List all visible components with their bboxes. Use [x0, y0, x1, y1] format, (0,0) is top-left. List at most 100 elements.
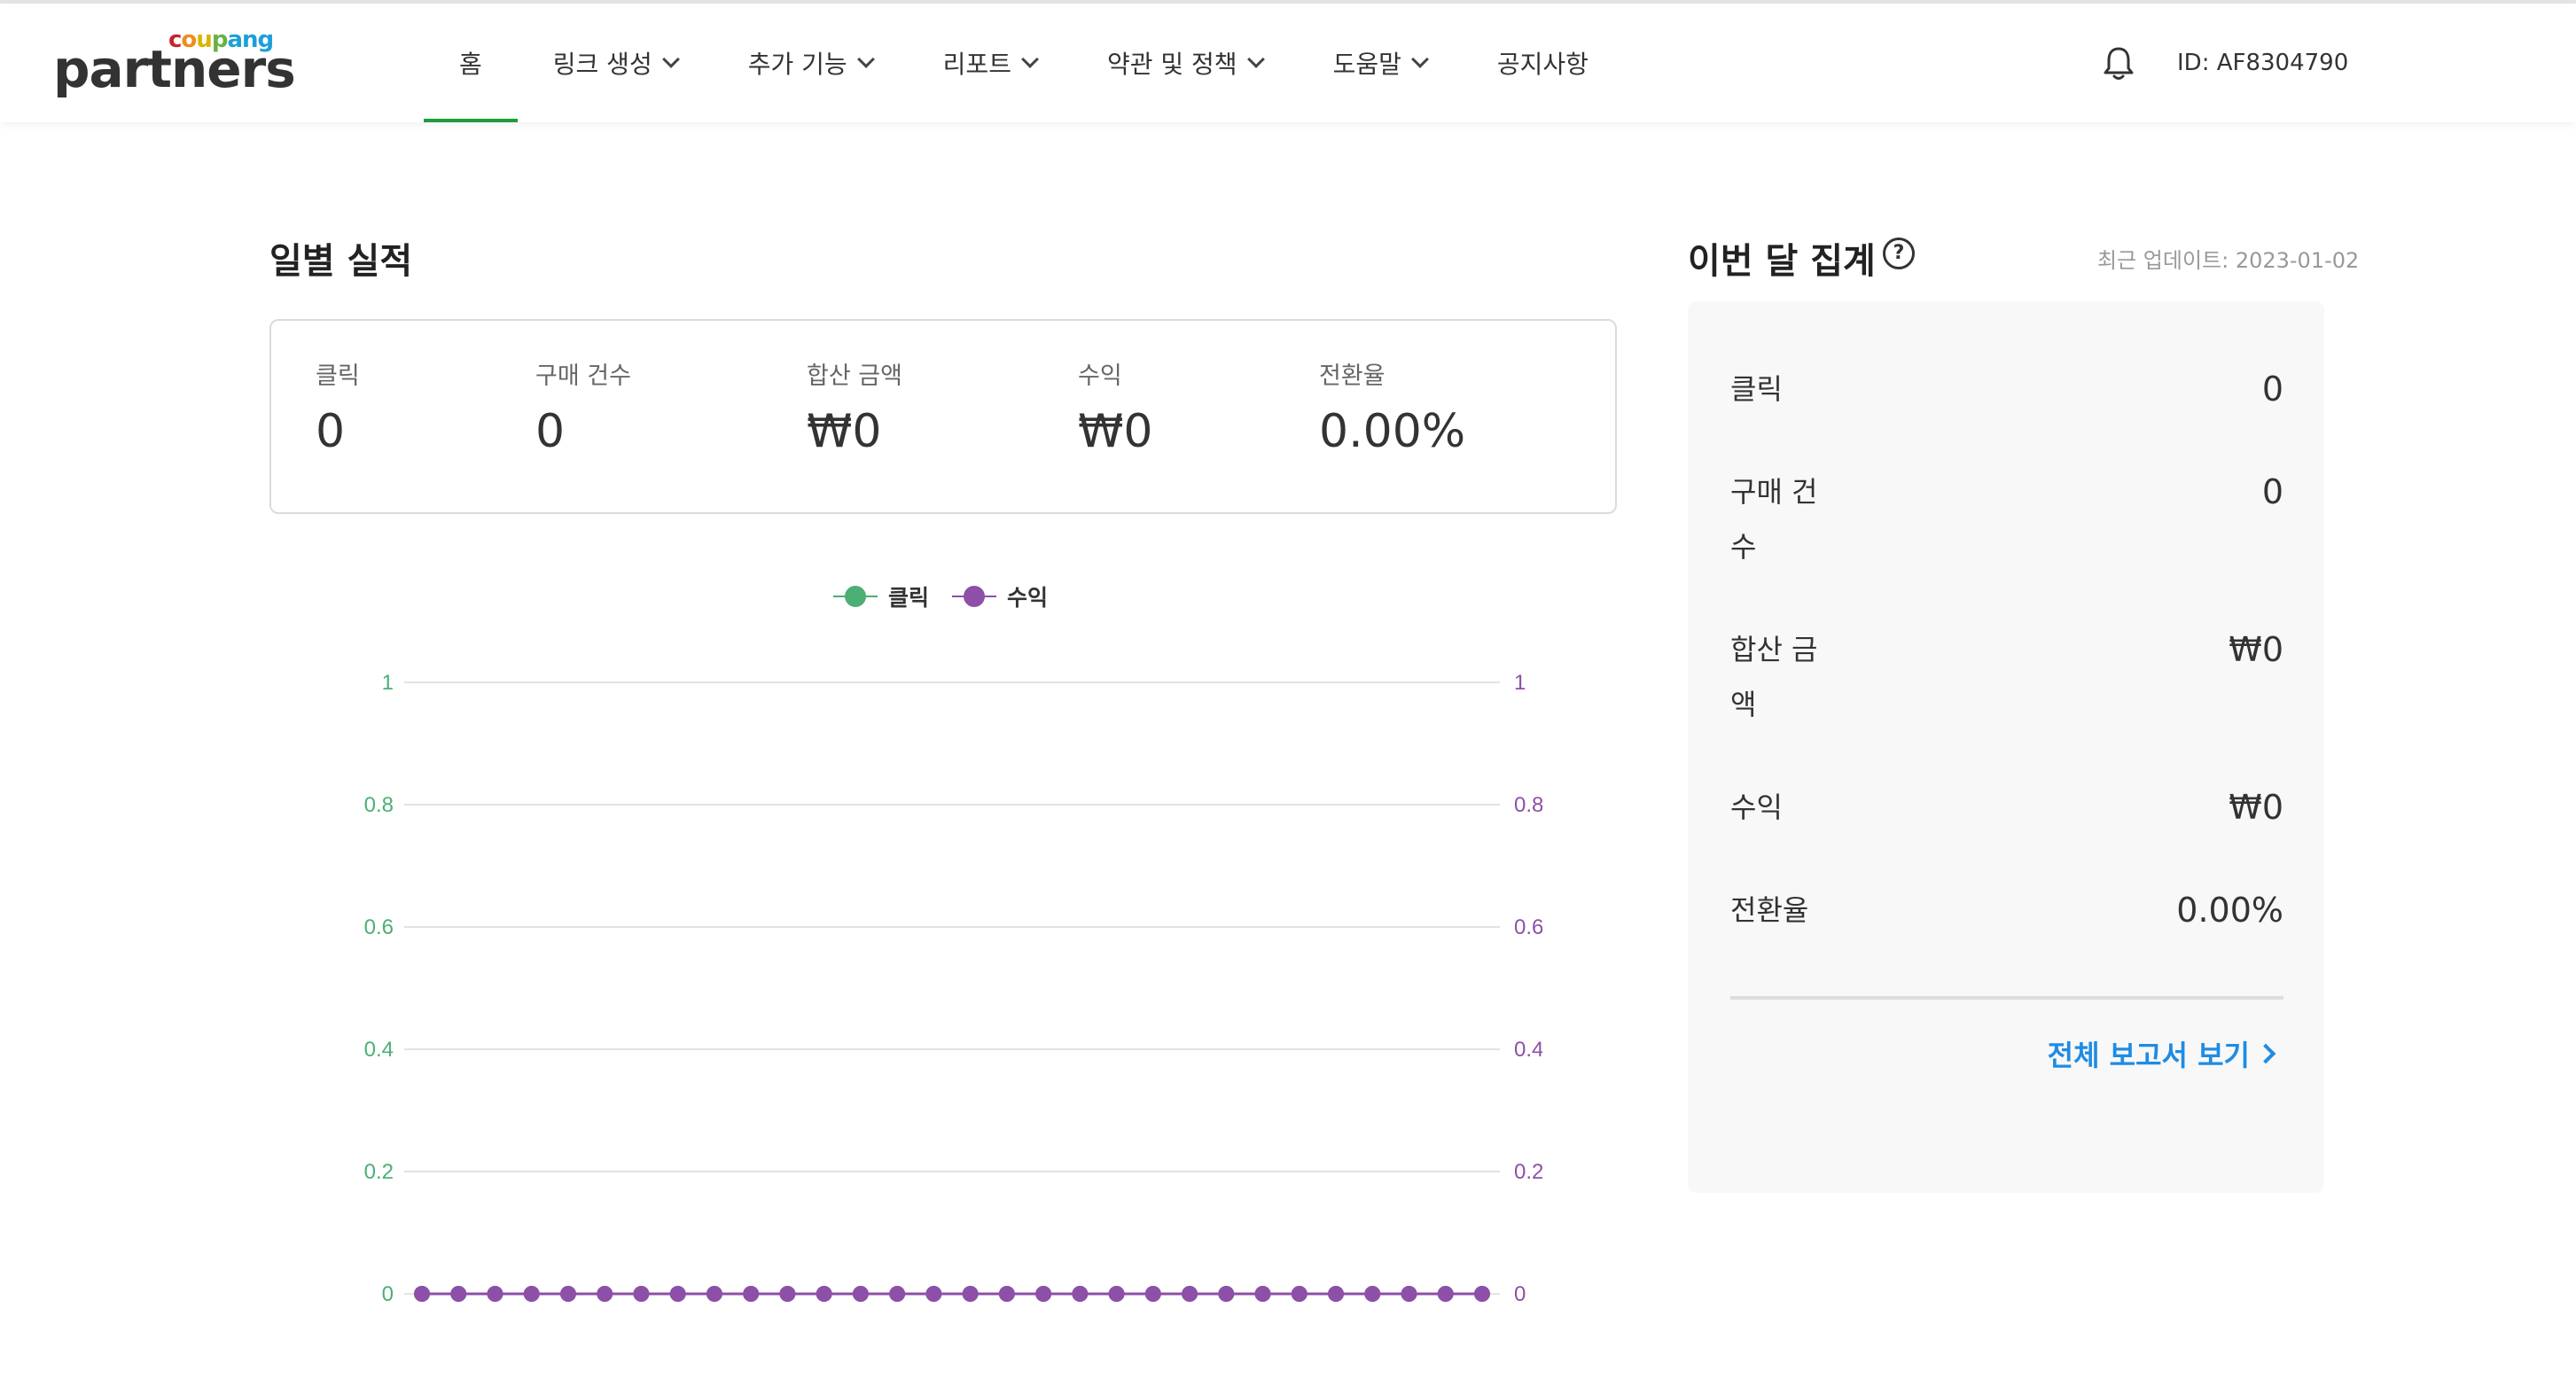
- stat-value: 0: [535, 405, 566, 458]
- y-tick-label-left: 0.6: [364, 915, 394, 939]
- legend-clicks[interactable]: 클릭: [833, 580, 929, 612]
- stat-value: ₩0: [807, 405, 882, 458]
- chevron-down-icon: [1246, 51, 1265, 68]
- chevron-down-icon: [1410, 51, 1429, 68]
- data-point: [1328, 1286, 1345, 1302]
- nav-extra-features[interactable]: 추가 기능: [713, 4, 908, 122]
- data-point: [1182, 1286, 1198, 1302]
- stat-value: 0.00%: [1319, 405, 1466, 458]
- summary-label: 클릭: [1730, 372, 1783, 406]
- y-tick-label-left: 1: [382, 671, 394, 695]
- daily-stats-card: 클릭 0 구매 건수 0 합산 금액 ₩0 수익 ₩0 전환율 0.00%: [269, 319, 1617, 514]
- y-tick-label-left: 0.2: [364, 1160, 394, 1184]
- data-point: [1072, 1286, 1089, 1302]
- chevron-down-icon: [856, 51, 875, 68]
- stat-total-amount: 합산 금액 ₩0: [807, 356, 902, 458]
- monthly-summary-panel: 클릭 0 구매 건수 0 합산 금액 ₩0 수익 ₩0 전환율 0.00% 전체…: [1688, 301, 2324, 1193]
- data-point: [450, 1286, 467, 1302]
- stat-label: 전환율: [1319, 362, 1386, 390]
- chevron-down-icon: [661, 51, 680, 68]
- stat-revenue: 수익 ₩0: [1078, 356, 1153, 458]
- data-point: [889, 1286, 906, 1302]
- data-point: [1108, 1286, 1125, 1302]
- stat-label: 구매 건수: [535, 362, 631, 390]
- stat-conversion-rate: 전환율 0.00%: [1319, 356, 1465, 458]
- stat-value: ₩0: [1078, 405, 1153, 458]
- data-point: [669, 1286, 686, 1302]
- y-tick-label-right: 0.8: [1514, 793, 1542, 817]
- data-point: [597, 1286, 613, 1302]
- nav-report[interactable]: 리포트: [908, 4, 1072, 122]
- legend-label: 클릭: [888, 585, 930, 611]
- stat-clicks: 클릭 0: [316, 356, 360, 458]
- y-tick-label-left: 0.8: [364, 793, 394, 817]
- data-point: [1291, 1286, 1308, 1302]
- data-point: [1401, 1286, 1417, 1302]
- y-tick-label-right: 0: [1514, 1282, 1526, 1303]
- last-updated: 최근 업데이트: 2023-01-02: [2097, 248, 2360, 273]
- nav-help[interactable]: 도움말: [1298, 4, 1462, 122]
- data-point: [1364, 1286, 1381, 1302]
- summary-value: 0: [2261, 370, 2283, 409]
- user-id[interactable]: ID: AF8304790: [2177, 50, 2348, 76]
- data-point: [1035, 1286, 1052, 1302]
- daily-chart: 000.20.20.40.40.60.60.80.81112-0212-1212…: [364, 671, 1542, 1303]
- coupang-partners-logo[interactable]: coupang partners: [53, 27, 296, 106]
- data-point: [925, 1286, 942, 1302]
- help-icon[interactable]: ?: [1883, 237, 1915, 269]
- logo-main-text: partners: [53, 39, 296, 99]
- stat-label: 합산 금액: [807, 362, 902, 390]
- summary-value: 0: [2261, 472, 2283, 511]
- monthly-title: 이번 달 집계: [1688, 241, 1876, 282]
- y-tick-label-left: 0.4: [364, 1038, 394, 1062]
- summary-label: 수익: [1730, 790, 1783, 824]
- chart-legend: 클릭 수익: [833, 580, 1071, 612]
- nav-label: 추가 기능: [747, 50, 847, 79]
- data-point: [1144, 1286, 1161, 1302]
- daily-title: 일별 실적: [269, 241, 413, 282]
- nav-label: 리포트: [942, 50, 1011, 79]
- nav-home[interactable]: 홈: [424, 4, 518, 122]
- summary-value: ₩0: [2229, 630, 2283, 669]
- nav-label: 홈: [459, 50, 482, 79]
- y-tick-label-right: 0.6: [1514, 915, 1542, 939]
- data-point: [633, 1286, 650, 1302]
- nav-label: 링크 생성: [552, 50, 652, 79]
- main-nav: 홈 링크 생성 추가 기능 리포트 약관 및 정책 도움말 공지사항: [424, 4, 1624, 122]
- y-tick-label-right: 0.2: [1514, 1160, 1542, 1184]
- data-point: [962, 1286, 979, 1302]
- y-tick-label-left: 0: [382, 1282, 394, 1303]
- summary-value: ₩0: [2229, 788, 2283, 827]
- summary-value: 0.00%: [2176, 891, 2283, 930]
- nav-notice[interactable]: 공지사항: [1462, 4, 1624, 122]
- chevron-right-icon: [2255, 1043, 2276, 1064]
- data-point: [1254, 1286, 1271, 1302]
- header: coupang partners 홈 링크 생성 추가 기능 리포트 약관 및 …: [0, 4, 2576, 122]
- bell-icon[interactable]: [2101, 44, 2136, 82]
- data-point: [523, 1286, 540, 1302]
- data-point: [1218, 1286, 1235, 1302]
- summary-label: 전환율: [1730, 893, 1809, 927]
- data-point: [743, 1286, 760, 1302]
- data-point: [1474, 1286, 1490, 1302]
- stat-value: 0: [316, 405, 346, 458]
- nav-label: 약관 및 정책: [1106, 50, 1237, 79]
- legend-swatch: [833, 586, 878, 607]
- data-point: [816, 1286, 832, 1302]
- stat-purchases: 구매 건수 0: [535, 356, 631, 458]
- data-point: [852, 1286, 869, 1302]
- y-tick-label-right: 0.4: [1514, 1038, 1542, 1062]
- summary-label: 합산 금액: [1730, 633, 1818, 721]
- data-point: [706, 1286, 722, 1302]
- nav-link-create[interactable]: 링크 생성: [518, 4, 713, 122]
- data-point: [487, 1286, 503, 1302]
- legend-revenue[interactable]: 수익: [952, 580, 1048, 612]
- data-point: [559, 1286, 576, 1302]
- data-point: [1437, 1286, 1454, 1302]
- full-report-link[interactable]: 전체 보고서 보기: [2048, 1033, 2276, 1074]
- legend-swatch: [952, 586, 997, 607]
- panel-divider: [1730, 996, 2283, 1000]
- nav-terms-policy[interactable]: 약관 및 정책: [1072, 4, 1298, 122]
- chevron-down-icon: [1021, 51, 1039, 68]
- data-point: [998, 1286, 1015, 1302]
